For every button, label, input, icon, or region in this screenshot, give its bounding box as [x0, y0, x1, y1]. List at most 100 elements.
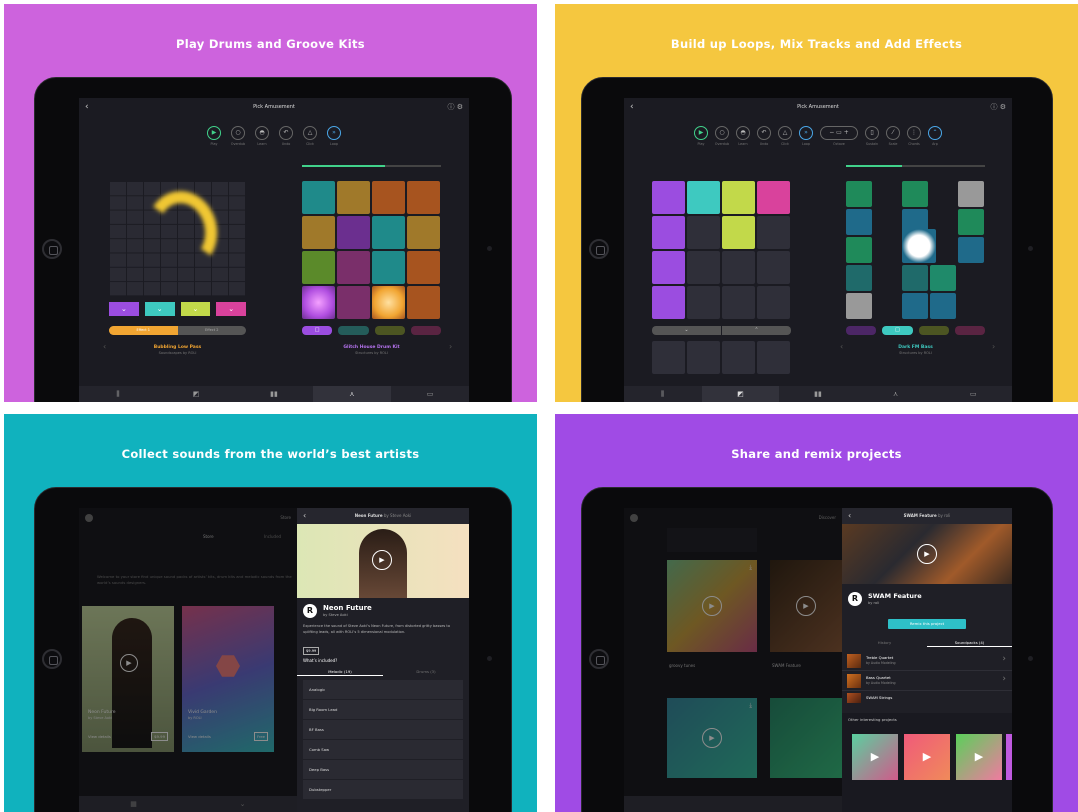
drum-pad[interactable] [407, 251, 440, 284]
drum-pad[interactable] [372, 216, 405, 249]
xy-pad[interactable] [109, 181, 246, 296]
tool-play[interactable]: ▶ Play [206, 126, 222, 146]
loop-pad[interactable] [687, 216, 720, 249]
drum-pad-glow-orange[interactable] [372, 286, 405, 319]
note-pad[interactable] [930, 293, 956, 319]
note-pad[interactable] [902, 293, 928, 319]
note-pad[interactable] [846, 237, 872, 263]
loop-pad[interactable] [722, 341, 755, 374]
chevron-purple-icon[interactable]: ⌄ [109, 302, 139, 316]
drum-pad[interactable] [407, 181, 440, 214]
loop-pad[interactable] [722, 251, 755, 284]
list-item[interactable]: Big Room Lead [303, 700, 463, 719]
loop-pad[interactable] [687, 181, 720, 214]
loop-pad[interactable] [722, 181, 755, 214]
drum-pad[interactable] [372, 251, 405, 284]
mixer-icon[interactable]: ▮▮ [235, 386, 313, 402]
drum-pad[interactable] [407, 216, 440, 249]
tab-history[interactable]: History [842, 638, 927, 647]
back-arrow-icon[interactable]: ‹ [848, 508, 851, 524]
tool-learn[interactable]: ◓ Learn [254, 126, 270, 146]
effect-2-button[interactable]: Effect 2 [178, 326, 247, 335]
drum-pad[interactable] [302, 181, 335, 214]
effect-1-button[interactable]: Effect 1 [109, 326, 178, 335]
settings-toggle-icon[interactable]: ▭ [391, 386, 469, 402]
note-pad[interactable] [846, 265, 872, 291]
note-pad[interactable] [930, 265, 956, 291]
loop-pad[interactable] [757, 341, 790, 374]
drum-pad[interactable] [407, 286, 440, 319]
mixer-icon[interactable]: ▮▮ [779, 386, 857, 402]
tool-scale[interactable]: ⁄ Scale [885, 126, 901, 146]
list-item[interactable]: SWAM Strings [842, 691, 1012, 705]
fx-icon[interactable]: ⋏ [857, 386, 935, 402]
tool-click[interactable]: △ Click [777, 126, 793, 146]
note-pad[interactable] [958, 237, 984, 263]
home-button[interactable] [589, 649, 609, 669]
chevron-pink-icon[interactable]: ⌄ [216, 302, 246, 316]
selector-teal[interactable] [338, 326, 369, 335]
project-thumb[interactable]: ▶ [852, 734, 898, 780]
list-item[interactable]: Deep Bass [303, 760, 463, 779]
note-pad[interactable] [958, 209, 984, 235]
list-item[interactable]: BF Bass [303, 720, 463, 739]
back-arrow-icon[interactable]: ‹ [85, 98, 89, 116]
right-next-icon[interactable]: › [992, 342, 995, 351]
selector-lime[interactable] [918, 326, 949, 335]
selector-purple[interactable]: □ [302, 326, 333, 335]
drum-pad[interactable] [337, 286, 370, 319]
selector-lime[interactable] [374, 326, 405, 335]
tool-octave[interactable]: − ▭ + Octave [819, 126, 859, 146]
tool-chords[interactable]: ⋮ Chords [906, 126, 922, 146]
list-item[interactable]: Analogic [303, 680, 463, 699]
left-prev-icon[interactable]: ‹ [103, 342, 106, 351]
tracks-icon[interactable]: ⫼ [79, 386, 157, 402]
list-item[interactable]: Dubstepper [303, 780, 463, 799]
home-button[interactable] [42, 649, 62, 669]
drum-pad[interactable] [337, 251, 370, 284]
note-pad[interactable] [902, 265, 928, 291]
back-arrow-icon[interactable]: ‹ [630, 98, 634, 116]
tool-sustain[interactable]: ▯ Sustain [864, 126, 880, 146]
drum-pad[interactable] [302, 216, 335, 249]
settings-toggle-icon[interactable]: ▭ [934, 386, 1012, 402]
download-icon[interactable]: ⌄ [188, 796, 297, 812]
tool-play[interactable]: ▶ Play [693, 126, 709, 146]
tool-undo[interactable]: ↶ Undo [756, 126, 772, 146]
tool-loop[interactable]: » Loop [326, 126, 342, 146]
tracks-icon[interactable]: ⫼ [624, 386, 702, 402]
fx-icon[interactable]: ⋏ [313, 386, 391, 402]
drum-pad[interactable] [337, 181, 370, 214]
note-pad[interactable] [846, 209, 872, 235]
tool-loop[interactable]: » Loop [798, 126, 814, 146]
drum-pad-glow-purple[interactable] [302, 286, 335, 319]
drum-pad[interactable] [372, 181, 405, 214]
price-tag[interactable]: $9.99 [303, 647, 320, 655]
help-settings-icons[interactable]: ⓘ ⚙ [447, 98, 463, 116]
loop-pad[interactable] [687, 341, 720, 374]
pads-icon[interactable]: ◩ [157, 386, 235, 402]
list-item[interactable]: Treble Quartet by Audio Modeling › [842, 651, 1012, 671]
loop-pad[interactable] [652, 251, 685, 284]
project-thumb[interactable]: ▶ [956, 734, 1002, 780]
loop-pad[interactable] [687, 251, 720, 284]
help-settings-icons[interactable]: ⓘ ⚙ [990, 98, 1006, 116]
remix-button[interactable]: Remix this project [888, 619, 966, 629]
tool-overdub[interactable]: ○ Overdub [230, 126, 246, 146]
tool-click[interactable]: △ Click [302, 126, 318, 146]
note-pad[interactable] [902, 181, 928, 207]
effect-toggle[interactable]: Effect 1 Effect 2 [109, 326, 246, 335]
pads-icon[interactable]: ◩ [701, 386, 780, 402]
tab-soundpacks[interactable]: Soundpacks (4) [927, 638, 1012, 647]
selector-pink[interactable] [954, 326, 985, 335]
note-pad[interactable] [846, 293, 872, 319]
tab-drums[interactable]: Drums (3) [383, 667, 469, 676]
home-button[interactable] [589, 239, 609, 259]
play-icon[interactable]: ▶ [917, 544, 937, 564]
grid-icon[interactable]: ▦ [79, 796, 188, 812]
tool-overdub[interactable]: ○ Overdub [714, 126, 730, 146]
tool-learn[interactable]: ◓ Learn [735, 126, 751, 146]
loop-pad[interactable] [757, 216, 790, 249]
list-item[interactable]: Comb Saw [303, 740, 463, 759]
loop-pad[interactable] [652, 286, 685, 319]
